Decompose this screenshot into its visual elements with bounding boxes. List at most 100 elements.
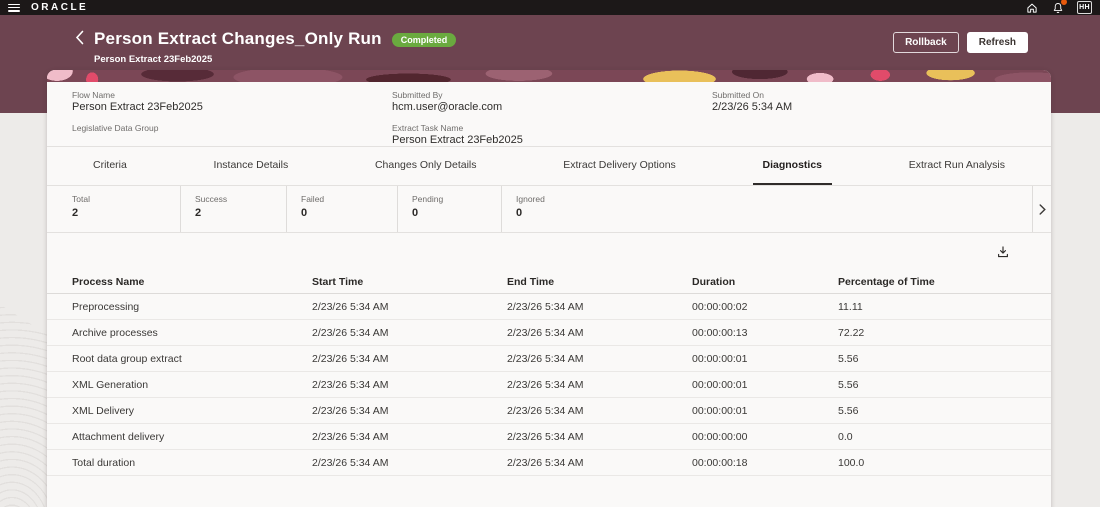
cell-duration: 00:00:00:00 [692,430,748,443]
table-row: Preprocessing 2/23/26 5:34 AM 2/23/26 5:… [47,294,1051,320]
cell-process-name: XML Delivery [72,404,135,417]
cell-percentage: 5.56 [838,352,859,365]
summary-section: Flow Name Person Extract 23Feb2025 Legis… [47,82,1051,146]
cell-process-name: Preprocessing [72,300,140,313]
cell-start-time: 2/23/26 5:34 AM [312,352,389,365]
tab-criteria[interactable]: Criteria [83,147,137,185]
field-value: hcm.user@oracle.com [392,101,503,113]
stat-total: Total 2 [47,186,180,232]
cell-start-time: 2/23/26 5:34 AM [312,404,389,417]
field-submitted-on: Submitted On 2/23/26 5:34 AM [712,90,1026,114]
table-toolbar [47,232,1051,270]
table-row: XML Generation 2/23/26 5:34 AM 2/23/26 5… [47,372,1051,398]
tab-diagnostics[interactable]: Diagnostics [752,147,833,185]
page-subtitle: Person Extract 23Feb2025 [94,54,213,65]
cell-duration: 00:00:00:02 [692,300,748,313]
stats-strip: Total 2 Success 2 Failed 0 Pending 0 Ign… [47,185,1051,232]
home-icon[interactable] [1025,1,1038,14]
stat-label: Failed [301,194,325,204]
tab-extract-delivery-options[interactable]: Extract Delivery Options [553,147,686,185]
cell-start-time: 2/23/26 5:34 AM [312,326,389,339]
rollback-button[interactable]: Rollback [893,32,959,53]
cell-duration: 00:00:00:01 [692,352,748,365]
cell-start-time: 2/23/26 5:34 AM [312,300,389,313]
table-row: Root data group extract 2/23/26 5:34 AM … [47,346,1051,372]
oracle-logo: ORACLE [31,2,89,13]
stat-failed: Failed 0 [286,186,397,232]
field-label: Submitted On [712,90,764,100]
stat-value: 0 [301,207,308,219]
table-row: Archive processes 2/23/26 5:34 AM 2/23/2… [47,320,1051,346]
stat-pending: Pending 0 [397,186,501,232]
stat-value: 0 [516,207,523,219]
cell-end-time: 2/23/26 5:34 AM [507,404,584,417]
cell-percentage: 5.56 [838,378,859,391]
field-label: Flow Name [72,90,115,100]
tab-instance-details[interactable]: Instance Details [204,147,299,185]
column-header: Start Time [312,275,364,288]
stat-ignored: Ignored 0 [501,186,1032,232]
notification-badge [1060,0,1068,6]
page-title: Person Extract Changes_Only Run [94,29,382,48]
stat-label: Success [195,194,228,204]
field-label: Submitted By [392,90,443,100]
stat-value: 2 [72,207,79,219]
tab-extract-run-analysis[interactable]: Extract Run Analysis [899,147,1015,185]
stat-value: 2 [195,207,202,219]
column-header: Duration [692,275,736,288]
decorative-banner [47,70,1051,82]
field-submitted-by: Submitted By hcm.user@oracle.com [392,90,712,114]
field-value: 2/23/26 5:34 AM [712,101,793,113]
field-label: Extract Task Name [392,123,464,133]
table-row: XML Delivery 2/23/26 5:34 AM 2/23/26 5:3… [47,398,1051,424]
field-flow-name: Flow Name Person Extract 23Feb2025 [72,90,392,114]
stat-value: 0 [412,207,419,219]
back-button[interactable] [75,30,84,45]
flow-details-card: Flow Name Person Extract 23Feb2025 Legis… [47,70,1051,507]
download-icon [998,245,1008,257]
download-button[interactable] [993,242,1013,262]
cell-percentage: 100.0 [838,456,865,469]
cell-percentage: 5.56 [838,404,859,417]
stat-label: Pending [412,194,444,204]
cell-duration: 00:00:00:13 [692,326,748,339]
cell-duration: 00:00:00:18 [692,456,748,469]
cell-start-time: 2/23/26 5:34 AM [312,378,389,391]
column-header: End Time [507,275,555,288]
table-row: Attachment delivery 2/23/26 5:34 AM 2/23… [47,424,1051,450]
field-value [72,134,392,147]
cell-end-time: 2/23/26 5:34 AM [507,326,584,339]
bell-icon[interactable] [1051,0,1068,14]
menu-icon[interactable] [8,3,20,12]
cell-duration: 00:00:00:01 [692,378,748,391]
table-row: Total duration 2/23/26 5:34 AM 2/23/26 5… [47,450,1051,476]
cell-process-name: Root data group extract [72,352,182,365]
column-header: Percentage of Time [838,275,935,288]
status-badge: Completed [391,33,457,47]
cell-duration: 00:00:00:01 [692,404,748,417]
chevron-right-icon [1039,203,1046,215]
cell-percentage: 11.11 [838,300,863,313]
field-value: Person Extract 23Feb2025 [392,134,523,146]
stat-label: Total [72,194,90,204]
field-legislative-data-group: Legislative Data Group [72,123,392,147]
cell-end-time: 2/23/26 5:34 AM [507,352,584,365]
stat-label: Ignored [516,194,545,204]
cell-end-time: 2/23/26 5:34 AM [507,430,584,443]
cell-process-name: Archive processes [72,326,158,339]
field-value: Person Extract 23Feb2025 [72,101,203,113]
cell-end-time: 2/23/26 5:34 AM [507,300,584,313]
cell-end-time: 2/23/26 5:34 AM [507,456,584,469]
diagnostics-table: Process Name Start Time End Time Duratio… [47,270,1051,476]
field-label: Legislative Data Group [72,123,159,133]
stats-scroll-right-button[interactable] [1032,186,1051,232]
cell-start-time: 2/23/26 5:34 AM [312,430,389,443]
tab-changes-only-details[interactable]: Changes Only Details [365,147,487,185]
topbar: ORACLE HH [0,0,1100,15]
cell-process-name: XML Generation [72,378,149,391]
field-extract-task-name: Extract Task Name Person Extract 23Feb20… [392,123,712,147]
avatar[interactable]: HH [1077,1,1092,14]
cell-percentage: 0.0 [838,430,853,443]
refresh-button[interactable]: Refresh [966,32,1028,53]
cell-process-name: Attachment delivery [72,430,165,443]
